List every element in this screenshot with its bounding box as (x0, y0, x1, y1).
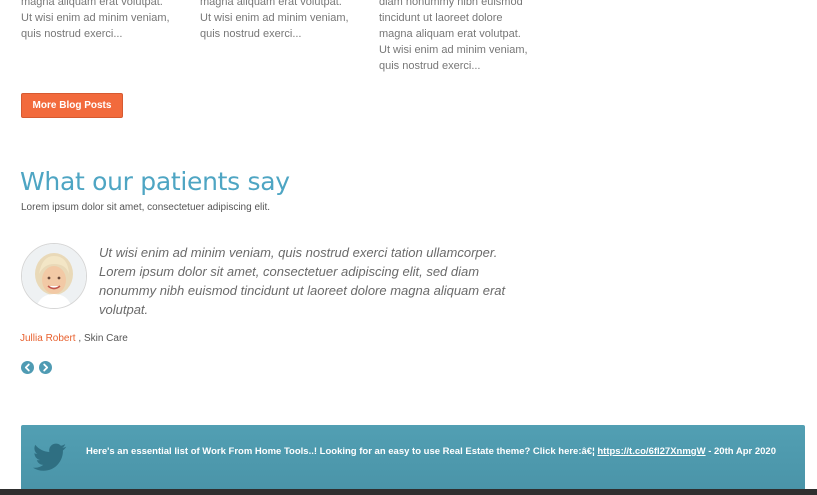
blog-excerpt-line: Ut wisi enim ad minim veniam, (21, 12, 170, 24)
footer-strip (0, 489, 817, 495)
blog-excerpt-line: quis nostrud exerci... (379, 60, 481, 72)
blog-excerpt-line: quis nostrud exerci... (21, 28, 123, 40)
blog-excerpt-1: magna aliquam erat volutpat. Ut wisi eni… (21, 0, 181, 42)
blog-excerpt-line: magna aliquam erat volutpat. (379, 28, 521, 40)
next-testimonial-button[interactable] (39, 361, 52, 374)
twitter-bird-icon (33, 443, 67, 471)
testimonial-author: Jullia Robert , Skin Care (20, 333, 128, 344)
author-name[interactable]: Jullia Robert (20, 333, 76, 344)
twitter-feed-bar: Here's an essential list of Work From Ho… (21, 425, 805, 491)
chevron-left-icon (24, 363, 30, 372)
avatar (21, 243, 87, 309)
author-separator: , (75, 333, 84, 344)
chevron-right-icon (43, 363, 49, 372)
tweet-date: - 20th Apr 2020 (705, 446, 776, 457)
testimonial-quote: Ut wisi enim ad minim veniam, quis nostr… (99, 245, 506, 317)
blog-excerpt-3: diam nonummy nibh euismod tincidunt ut l… (379, 0, 539, 74)
tweet-body: Here's an essential list of Work From Ho… (86, 446, 598, 457)
blog-excerpt-line: quis nostrud exerci... (200, 28, 302, 40)
tweet-link[interactable]: https://t.co/6fI27XnmgW (597, 446, 705, 457)
section-subtitle: Lorem ipsum dolor sit amet, consectetuer… (21, 202, 271, 213)
blog-excerpt-line: magna aliquam erat volutpat. (200, 0, 342, 8)
blog-excerpt-line: tincidunt ut laoreet dolore (379, 12, 503, 24)
section-title: What our patients say (20, 167, 290, 196)
prev-testimonial-button[interactable] (21, 361, 34, 374)
blog-excerpt-line: Ut wisi enim ad minim veniam, (379, 44, 528, 56)
more-blog-posts-button[interactable]: More Blog Posts (21, 93, 123, 118)
blog-excerpt-line: magna aliquam erat volutpat. (21, 0, 163, 8)
author-role: Skin Care (83, 333, 128, 344)
blog-excerpt-line: diam nonummy nibh euismod (379, 0, 523, 8)
avatar-portrait-icon (22, 244, 86, 308)
tweet-text: Here's an essential list of Work From Ho… (86, 445, 786, 458)
blog-excerpt-line: Ut wisi enim ad minim veniam, (200, 12, 349, 24)
blog-excerpt-2: magna aliquam erat volutpat. Ut wisi eni… (200, 0, 360, 42)
